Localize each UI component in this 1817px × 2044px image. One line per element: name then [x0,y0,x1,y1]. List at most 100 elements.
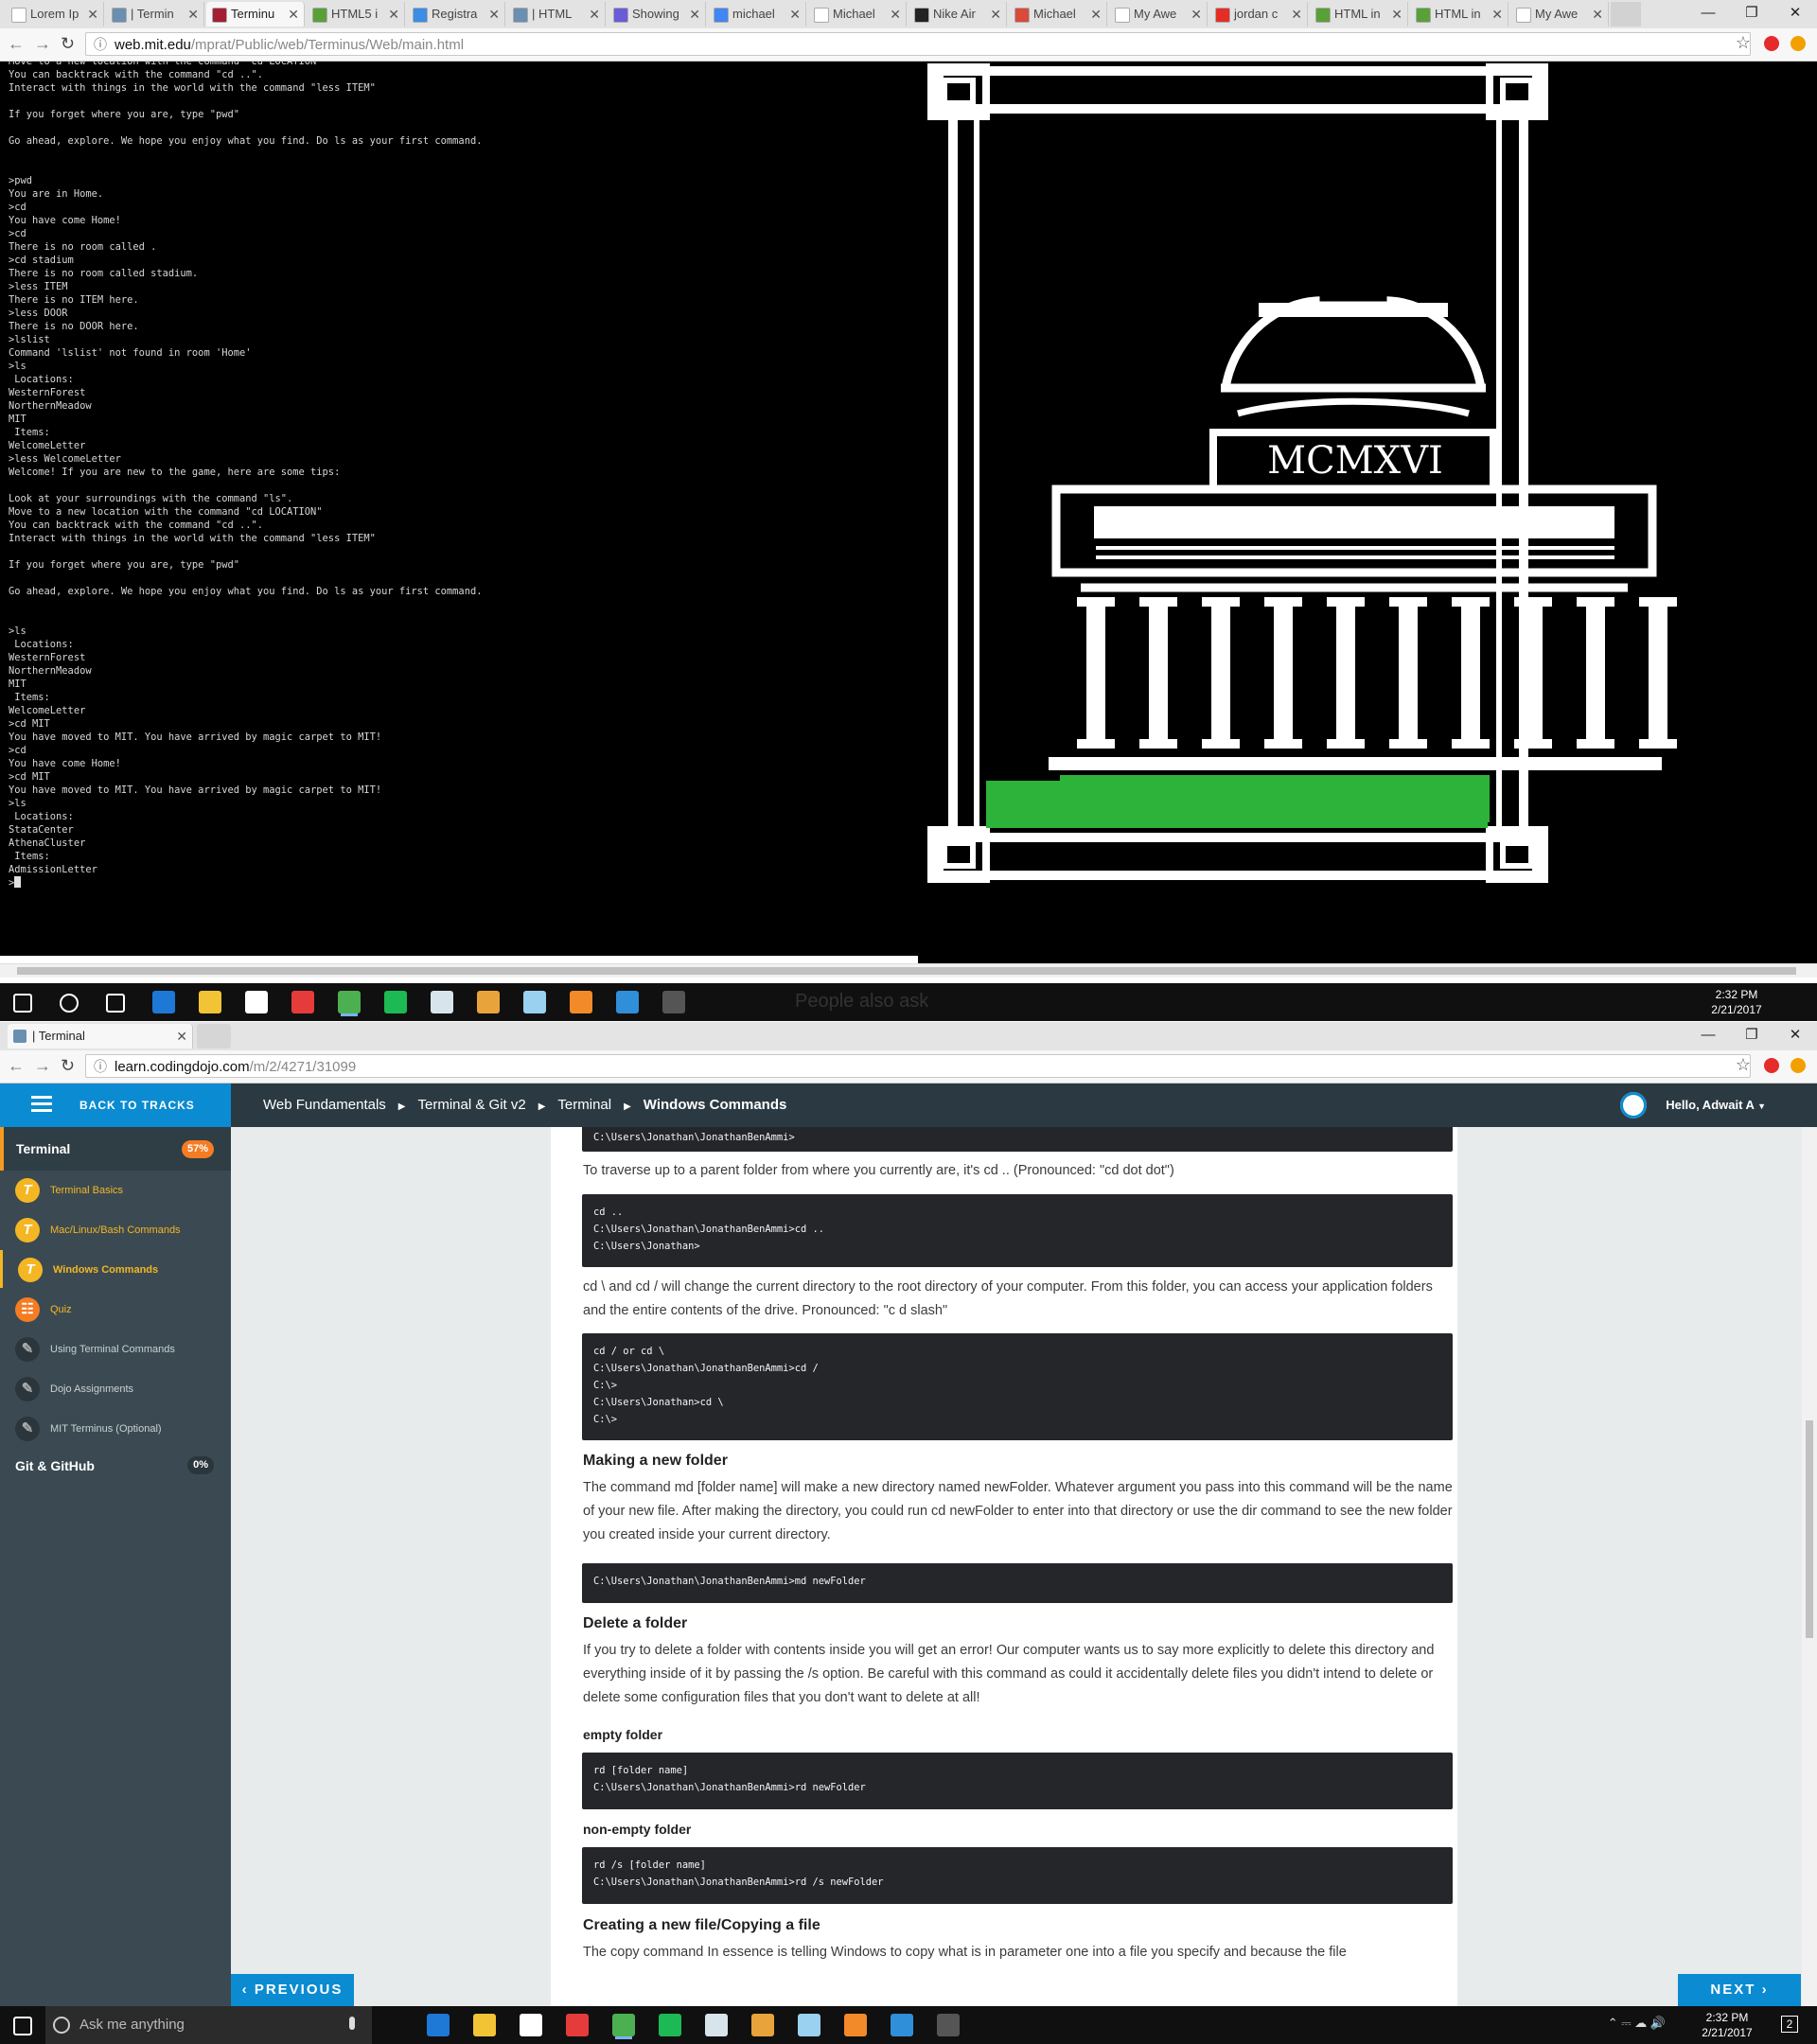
windows-start-icon[interactable] [13,994,32,1013]
spotify-icon[interactable] [659,2014,681,2036]
sidebar-item[interactable]: ✎ Using Terminal Commands [0,1330,231,1367]
close-tab-icon[interactable]: ✕ [1491,2,1503,26]
file-explorer-icon[interactable] [199,991,221,1013]
edge-icon[interactable] [152,991,175,1013]
sidebar-item[interactable]: T Mac/Linux/Bash Commands [0,1210,231,1248]
main-content[interactable]: C:\Users\Jonathan\JonathanBenAmmi> To tr… [231,1127,1802,2006]
reload-icon[interactable]: ↻ [61,34,75,54]
sublime-icon[interactable] [570,991,592,1013]
terminal-icon[interactable] [662,991,685,1013]
opera-extension-icon[interactable] [1764,36,1779,51]
close-tab-icon[interactable]: ✕ [288,2,299,26]
cortana-search-box[interactable]: Ask me anything [45,2006,372,2044]
microphone-icon[interactable] [349,2017,355,2030]
close-tab-icon[interactable]: ✕ [1191,2,1202,26]
browser-tab[interactable]: Registra ✕ [407,2,505,26]
hamburger-icon[interactable] [31,1096,52,1113]
back-to-tracks-button[interactable]: BACK TO TRACKS [0,1084,231,1127]
sidebar-item[interactable]: ☷ Quiz [0,1290,231,1328]
close-tab-icon[interactable]: ✕ [488,2,500,26]
browser-tab[interactable]: My Awe ✕ [1510,2,1609,26]
next-button[interactable]: NEXT › [1678,1974,1801,2006]
browser-tab[interactable]: jordan c ✕ [1209,2,1308,26]
spotify-icon[interactable] [384,991,407,1013]
close-window-icon[interactable]: ✕ [1773,1022,1817,1050]
warning-extension-icon[interactable] [1791,36,1806,51]
address-bar[interactable]: ⓘ web.mit.edu/mprat/Public/web/Terminus/… [85,32,1751,56]
sidebar-item[interactable]: ✎ Dojo Assignments [0,1369,231,1407]
action-center-icon[interactable]: 2 [1781,2016,1798,2033]
browser-tab[interactable]: Showing ✕ [608,2,706,26]
chrome-icon[interactable] [338,991,361,1013]
notes-icon[interactable] [523,991,546,1013]
browser-tab[interactable]: Lorem Ip ✕ [6,2,104,26]
app-icon[interactable] [431,991,453,1013]
close-tab-icon[interactable]: ✕ [187,2,199,26]
reload-icon[interactable]: ↻ [61,1056,75,1076]
remote-icon[interactable] [616,991,639,1013]
sublime-icon[interactable] [844,2014,867,2036]
browser-tab[interactable]: | Termin ✕ [106,2,204,26]
clock[interactable]: 2:32 PM 2/21/2017 [1685,2010,1770,2040]
file-explorer-icon[interactable] [473,2014,496,2036]
breadcrumb-web-fundamentals[interactable]: Web Fundamentals [263,1097,386,1113]
new-tab-button[interactable] [197,1024,231,1048]
git-icon[interactable] [477,991,500,1013]
close-tab-icon[interactable]: ✕ [1291,2,1302,26]
browser-tab[interactable]: HTML in ✕ [1310,2,1408,26]
forward-arrow-icon[interactable]: → [34,34,51,54]
address-bar[interactable]: ⓘ learn.codingdojo.com/m/2/4271/31099 [85,1054,1751,1078]
close-tab-icon[interactable]: ✕ [890,2,901,26]
back-arrow-icon[interactable]: ← [8,1056,25,1076]
system-tray-icons[interactable]: ⌃ ⎓ ☁ 🔊 [1608,2016,1666,2031]
sidebar-section-git[interactable]: Git & GitHub 0% [0,1447,231,1485]
restore-icon[interactable]: ❐ [1730,0,1773,28]
close-tab-icon[interactable]: ✕ [589,2,600,26]
info-icon[interactable]: ⓘ [94,33,107,57]
new-tab-button[interactable] [1611,2,1641,26]
previous-button[interactable]: ‹ PREVIOUS [231,1974,354,2006]
store-icon[interactable] [245,991,268,1013]
info-icon[interactable]: ⓘ [94,1055,107,1079]
restore-icon[interactable]: ❐ [1730,1022,1773,1050]
avatar[interactable] [1620,1092,1647,1119]
browser-tab[interactable]: Michael ✕ [1009,2,1107,26]
browser-tab[interactable]: Terminu ✕ [206,2,305,26]
browser-tab[interactable]: michael ✕ [708,2,806,26]
task-view-icon[interactable] [106,994,125,1013]
breadcrumb-terminal-git[interactable]: Terminal & Git v2 [418,1097,526,1113]
close-tab-icon[interactable]: ✕ [1391,2,1402,26]
terminus-terminal[interactable]: Move to a new location with the command … [0,62,918,956]
bookmark-star-icon[interactable]: ☆ [1736,1055,1751,1075]
tab-terminal[interactable]: | Terminal ✕ [8,1024,193,1048]
user-menu[interactable]: Hello, Adwait A ▼ [1666,1084,1766,1128]
cortana-icon[interactable] [60,994,79,1013]
app-icon[interactable] [705,2014,728,2036]
close-tab-icon[interactable]: ✕ [990,2,1001,26]
warning-extension-icon[interactable] [1791,1058,1806,1073]
breadcrumb-terminal[interactable]: Terminal [557,1097,611,1113]
sidebar-item[interactable]: T Terminal Basics [0,1171,231,1208]
minimize-icon[interactable]: — [1686,0,1730,28]
scroll-thumb[interactable] [17,967,1796,975]
gift-icon[interactable] [566,2014,589,2036]
windows-start-icon[interactable] [13,2017,32,2035]
forward-arrow-icon[interactable]: → [34,1056,51,1076]
horizontal-scrollbar[interactable] [0,963,1817,978]
vertical-scrollbar[interactable] [1802,1127,1817,2006]
browser-tab[interactable]: My Awe ✕ [1109,2,1208,26]
chrome-icon[interactable] [612,2014,635,2036]
notes-icon[interactable] [798,2014,820,2036]
browser-tab[interactable]: Michael ✕ [808,2,907,26]
close-tab-icon[interactable]: ✕ [789,2,801,26]
browser-tab[interactable]: HTML in ✕ [1410,2,1508,26]
close-tab-icon[interactable]: ✕ [1592,2,1603,26]
sidebar-item[interactable]: ✎ MIT Terminus (Optional) [0,1409,231,1447]
browser-tab[interactable]: HTML5 i ✕ [307,2,405,26]
close-tab-icon[interactable]: ✕ [689,2,700,26]
minimize-icon[interactable]: — [1686,1022,1730,1050]
sidebar-item[interactable]: T Windows Commands [0,1250,234,1288]
back-arrow-icon[interactable]: ← [8,34,25,54]
close-tab-icon[interactable]: ✕ [1090,2,1102,26]
bookmark-star-icon[interactable]: ☆ [1736,33,1751,53]
